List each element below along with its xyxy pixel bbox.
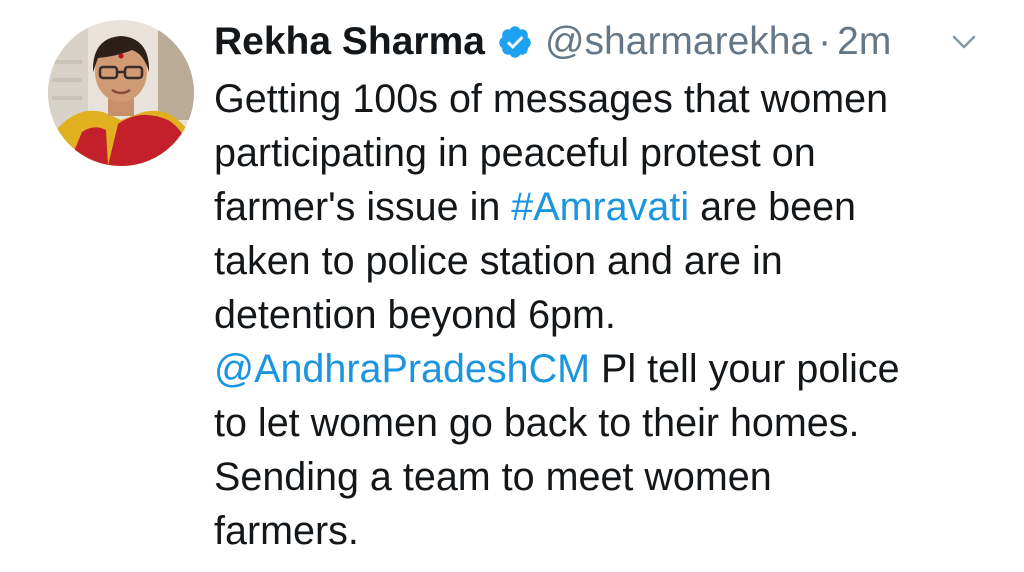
profile-photo (48, 20, 194, 166)
text-segment: farmers. (214, 509, 359, 553)
chevron-down-icon[interactable] (950, 28, 978, 56)
mention-link[interactable]: @AndhraPradeshCM (214, 347, 590, 391)
timestamp[interactable]: 2m (837, 20, 891, 64)
verified-badge-icon (497, 24, 533, 60)
tweet-text-line: taken to police station and are in (214, 234, 1004, 288)
tweet-text-line: participating in peaceful protest on (214, 126, 1004, 180)
tweet-text: Getting 100s of messages that women part… (214, 72, 1004, 558)
text-segment: Sending a team to meet women (214, 455, 772, 499)
tweet-header: Rekha Sharma @sharmarekha · 2m (214, 14, 891, 70)
text-segment: detention beyond 6pm. (214, 293, 616, 337)
text-segment: to let women go back to their homes. (214, 401, 860, 445)
tweet-text-line: Sending a team to meet women (214, 450, 1004, 504)
tweet-text-line: @AndhraPradeshCM Pl tell your police (214, 342, 1004, 396)
meta-separator: · (818, 20, 832, 63)
author-handle[interactable]: @sharmarekha (545, 20, 812, 64)
tweet-text-line: to let women go back to their homes. (214, 396, 1004, 450)
tweet-text-line: Getting 100s of messages that women (214, 72, 1004, 126)
avatar[interactable] (48, 20, 194, 166)
tweet-text-line: farmers. (214, 504, 1004, 558)
text-segment: participating in peaceful protest on (214, 131, 816, 175)
text-segment: Getting 100s of messages that women (214, 77, 889, 121)
text-segment: taken to police station and are in (214, 239, 783, 283)
hashtag-link[interactable]: #Amravati (511, 185, 689, 229)
display-name[interactable]: Rekha Sharma (214, 20, 485, 64)
text-segment: Pl tell your police (590, 347, 900, 391)
tweet-text-line: farmer's issue in #Amravati are been (214, 180, 1004, 234)
tweet-card: Rekha Sharma @sharmarekha · 2m Getting 1… (0, 0, 1024, 572)
tweet-text-line: detention beyond 6pm. (214, 288, 1004, 342)
text-segment: are been (689, 185, 857, 229)
text-segment: farmer's issue in (214, 185, 512, 229)
